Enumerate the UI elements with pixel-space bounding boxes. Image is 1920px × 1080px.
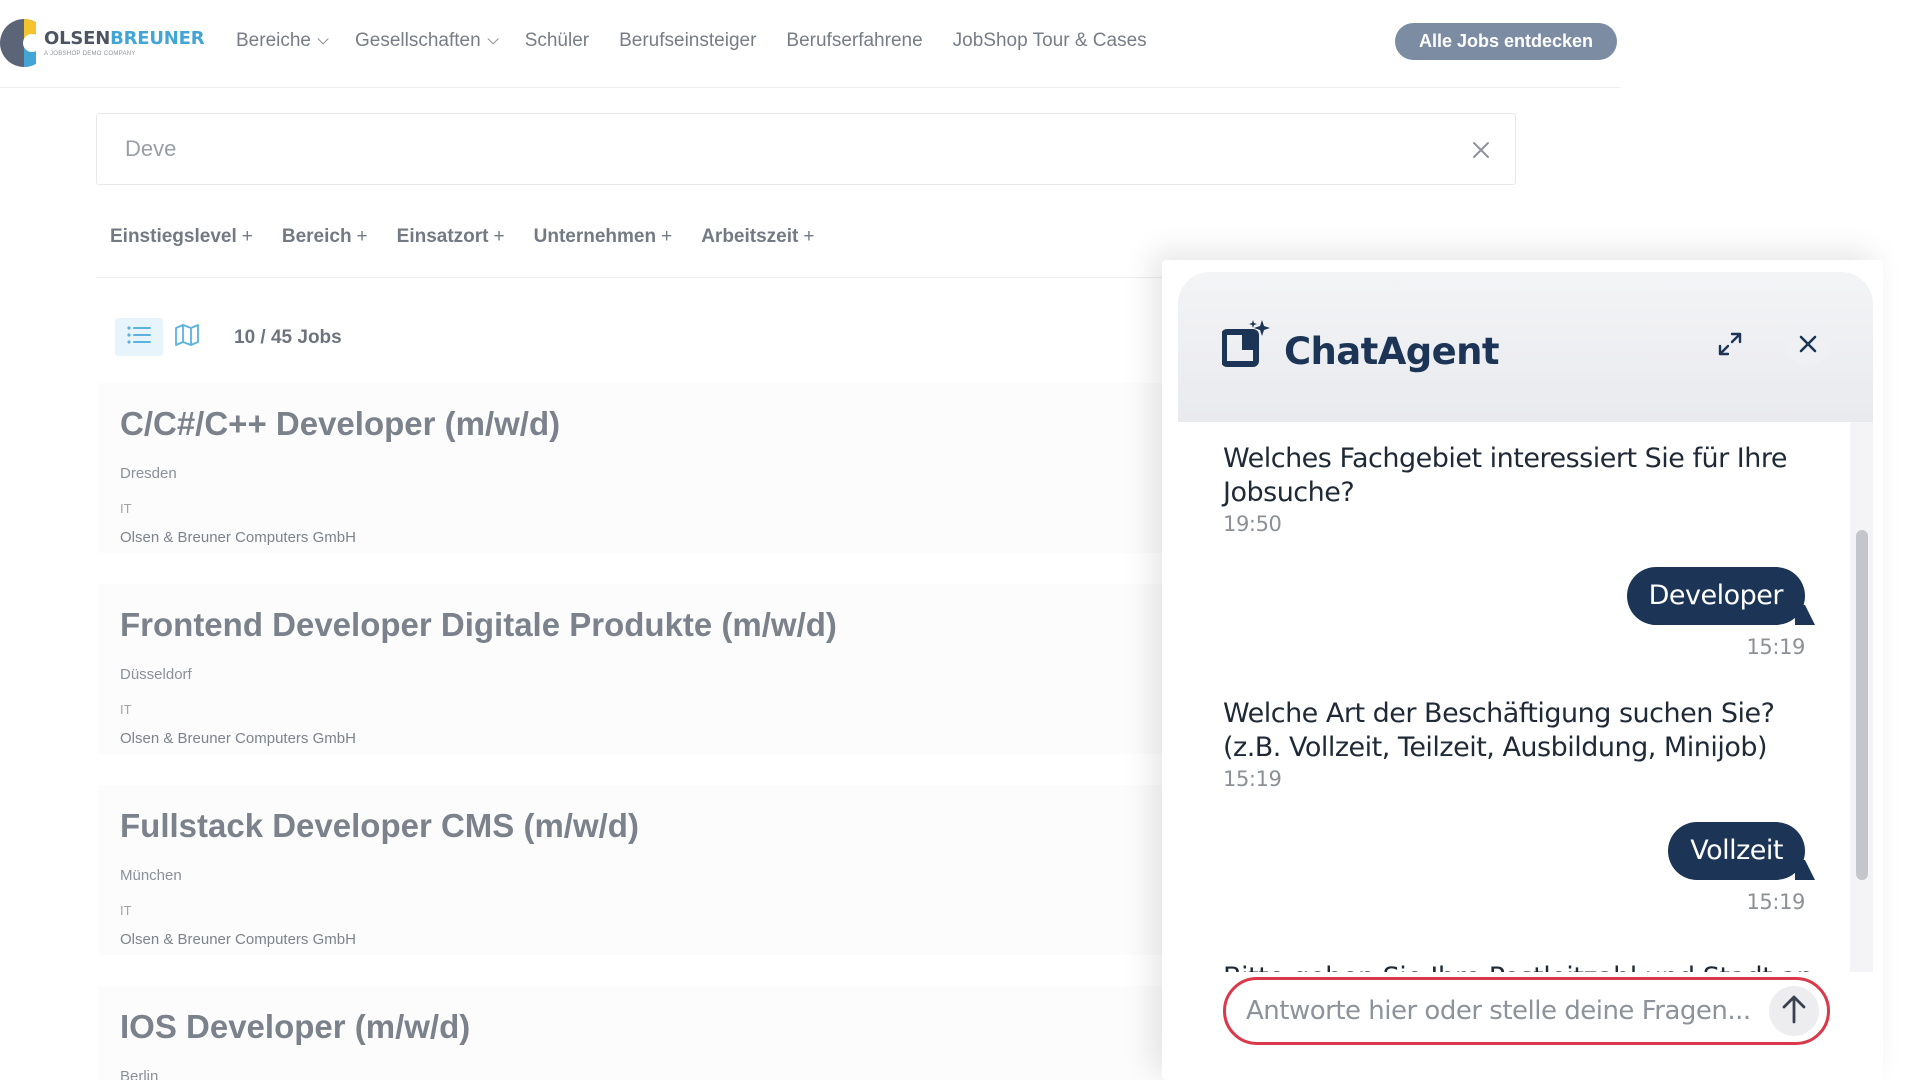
map-view-button[interactable] [170,318,204,356]
job-card[interactable]: C/C#/C++ Developer (m/w/d) Dresden IT Ol… [98,383,1168,553]
nav-item-label: Berufserfahrene [786,30,923,51]
job-company: Olsen & Breuner Computers GmbH [120,730,356,747]
chat-input[interactable] [1246,980,1756,1042]
job-location: Berlin [120,1068,159,1080]
user-message: Developer 15:19 [1626,567,1805,659]
search-input[interactable] [125,114,1425,184]
list-icon [126,325,152,350]
chevron-down-icon [317,33,329,45]
nav-item-berufserfahrene[interactable]: Berufserfahrene [786,30,922,52]
filter-einsatzort[interactable]: Einsatzort + [397,226,505,248]
arrow-up-icon [1780,993,1808,1030]
filter-einstiegslevel[interactable]: Einstiegslevel + [110,226,253,248]
main-nav: Bereiche Gesellschaften Schüler Berufsei… [236,30,1177,52]
filter-unternehmen[interactable]: Unternehmen + [534,226,673,248]
expand-icon[interactable] [1710,324,1750,364]
site-header: OLSENBREUNER A JOBSHOP DEMO COMPANY Bere… [0,0,1620,88]
job-title: C/C#/C++ Developer (m/w/d) [120,405,561,442]
message-time: 15:19 [1223,767,1282,791]
map-icon [174,323,200,352]
logo-name-part2: BREUNER [110,27,205,49]
user-message: Vollzeit 15:19 [1668,822,1805,914]
plus-icon: + [803,226,815,247]
job-company: Olsen & Breuner Computers GmbH [120,931,356,948]
nav-item-jobshop-tour[interactable]: JobShop Tour & Cases [953,30,1147,52]
close-icon[interactable] [1786,322,1830,366]
all-jobs-button[interactable]: Alle Jobs entdecken [1395,23,1617,60]
message-text: Welches Fachgebiet interessiert Sie für … [1223,443,1787,508]
chevron-down-icon [487,33,499,45]
logo-mark-icon [0,18,36,68]
nav-item-schueler[interactable]: Schüler [525,30,589,52]
job-location: München [120,867,182,884]
message-time: 19:50 [1223,512,1282,536]
nav-item-label: JobShop Tour & Cases [952,30,1147,51]
job-card[interactable]: Fullstack Developer CMS (m/w/d) München … [98,785,1168,955]
nav-item-gesellschaften[interactable]: Gesellschaften [355,30,499,52]
nav-item-label: Berufseinsteiger [619,30,757,51]
nav-item-label: Bereiche [236,30,311,51]
filter-label: Arbeitszeit [701,226,799,247]
job-category: IT [120,702,132,717]
plus-icon: + [493,226,505,247]
logo-name-part1: OLSEN [44,27,111,49]
message-bubble: Vollzeit [1668,822,1805,880]
job-title: Frontend Developer Digitale Produkte (m/… [120,606,837,643]
job-category: IT [120,903,132,918]
list-view-button[interactable] [115,318,163,356]
chat-scrollbar-thumb[interactable] [1856,530,1868,880]
logo-tagline: A JOBSHOP DEMO COMPANY [44,50,136,57]
chat-agent-icon [1221,318,1276,372]
bot-message: Welche Art der Beschäftigung suchen Sie?… [1223,697,1803,791]
plus-icon: + [356,226,368,247]
close-icon[interactable] [1469,138,1493,162]
chat-messages: Welches Fachgebiet interessiert Sie für … [1178,422,1850,982]
chat-input-box [1223,977,1830,1045]
job-search-box [96,113,1516,185]
job-location: Dresden [120,465,177,482]
company-logo[interactable]: OLSENBREUNER A JOBSHOP DEMO COMPANY [0,18,205,68]
job-title: Fullstack Developer CMS (m/w/d) [120,807,639,844]
message-bubble: Developer [1626,567,1805,625]
filter-bereich[interactable]: Bereich + [282,226,368,248]
send-button[interactable] [1769,986,1819,1036]
bot-message: Welches Fachgebiet interessiert Sie für … [1223,442,1803,536]
plus-icon: + [661,226,673,247]
message-text: Welche Art der Beschäftigung suchen Sie?… [1223,698,1775,763]
job-count: 10 / 45 Jobs [234,327,342,348]
job-card[interactable]: Frontend Developer Digitale Produkte (m/… [98,584,1168,754]
nav-item-berufseinsteiger[interactable]: Berufseinsteiger [619,30,756,52]
message-time: 15:19 [1746,890,1805,914]
nav-item-label: Schüler [524,30,590,51]
filter-label: Bereich [281,226,352,247]
filter-arbeitszeit[interactable]: Arbeitszeit + [701,226,814,248]
nav-item-bereiche[interactable]: Bereiche [236,30,329,52]
chat-header: ChatAgent [1178,272,1873,422]
job-location: Düsseldorf [120,666,192,683]
filter-bar: Einstiegslevel + Bereich + Einsatzort + Unt… [110,226,843,248]
job-card[interactable]: IOS Developer (m/w/d) Berlin [98,986,1168,1080]
job-company: Olsen & Breuner Computers GmbH [120,529,356,546]
job-title: IOS Developer (m/w/d) [120,1008,471,1045]
filter-label: Einsatzort [396,226,489,247]
divider [96,277,1166,278]
plus-icon: + [241,226,253,247]
chat-widget: ChatAgent Welches Fachgebiet interessier… [1178,272,1873,1080]
nav-item-label: Gesellschaften [355,30,481,51]
job-category: IT [120,501,132,516]
filter-label: Unternehmen [533,226,657,247]
message-time: 15:19 [1746,635,1805,659]
chat-title: ChatAgent [1284,330,1500,373]
filter-label: Einstiegslevel [110,226,237,247]
